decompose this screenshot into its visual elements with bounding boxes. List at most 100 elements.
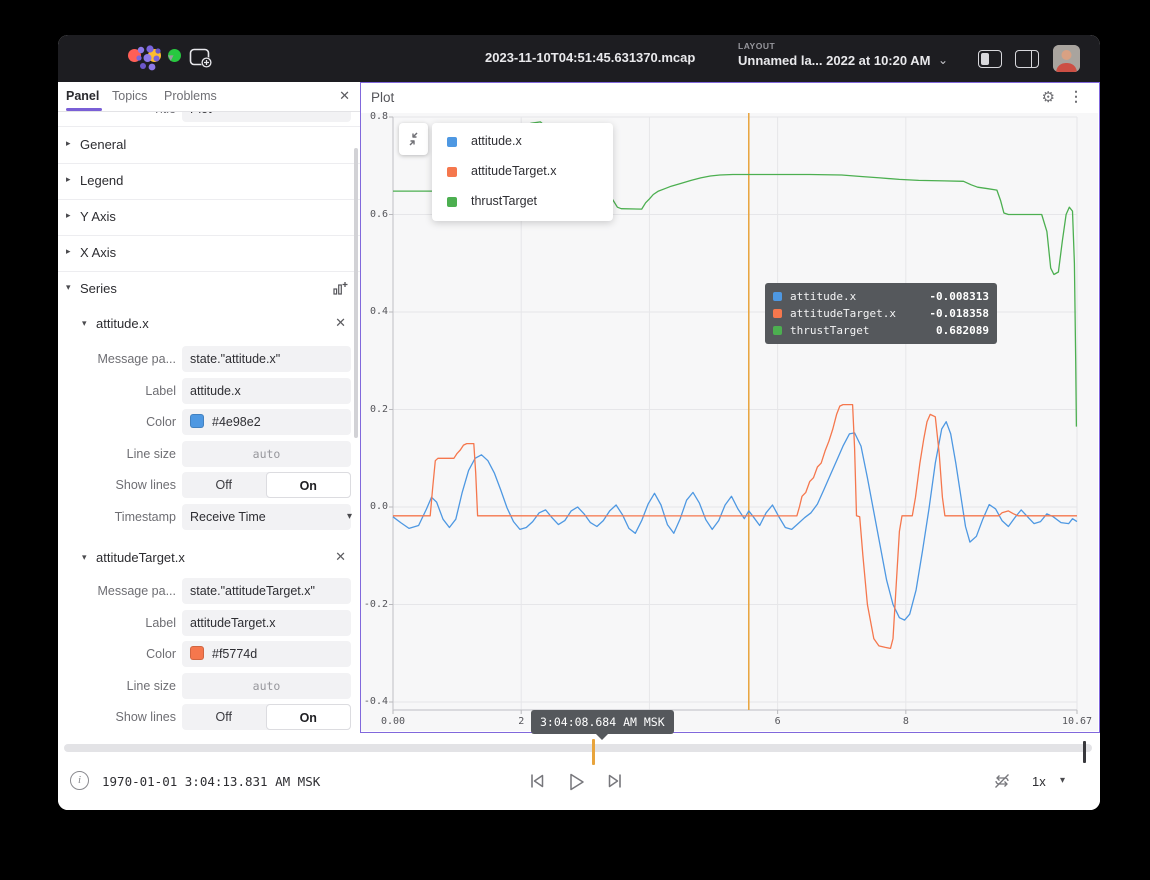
current-position-marker[interactable] [1083,741,1086,763]
field-row-label: Label attitude.x [58,378,360,404]
chevron-right-icon: ▸ [66,210,71,221]
playback-speed[interactable]: 1x [1032,774,1046,789]
tooltip-series-name: attitudeTarget.x [790,305,896,322]
settings-scroll-area[interactable]: Title Plot ▸ General ▸ Legend ▸ Y Axis [58,112,360,733]
panel-title: Plot [371,90,394,105]
user-avatar[interactable] [1053,45,1080,72]
legend-swatch [447,137,457,147]
color-input[interactable]: #4e98e2 [182,409,351,435]
loop-off-button[interactable] [991,770,1013,792]
x-tick-label: 10.67 [1062,716,1092,727]
y-tick-label: 0.2 [361,404,388,415]
field-row-timestamp: Timestamp Receive Time ▾ [58,504,360,530]
collapse-arrows-icon [399,123,428,155]
hover-values-tooltip: attitude.x-0.008313attitudeTarget.x-0.01… [765,283,997,344]
active-tab-indicator [66,108,102,111]
field-row-line-size: Line size auto [58,673,360,699]
section-legend[interactable]: ▸ Legend [58,163,360,200]
legend-collapse-button[interactable] [399,123,428,155]
line-size-input[interactable]: auto [182,673,351,699]
legend-item-thrustTarget[interactable]: thrustTarget [432,187,613,217]
right-sidebar-toggle-icon[interactable] [1015,50,1039,68]
recording-info-icon[interactable]: i [70,771,89,790]
hover-playhead-marker[interactable] [592,739,595,765]
skip-to-start-icon [526,770,548,792]
sidebar-scrollbar[interactable] [354,148,358,438]
section-general[interactable]: ▸ General [58,127,360,164]
series-line-attitudeTarget.x [393,405,1077,649]
select-caret-icon: ▾ [347,504,352,530]
layout-chevron-icon[interactable]: ⌄ [938,53,948,67]
section-y-axis[interactable]: ▸ Y Axis [58,199,360,236]
y-tick-label: 0.8 [361,111,388,122]
tooltip-row: attitude.x-0.008313 [773,288,989,305]
tab-topics[interactable]: Topics [112,89,147,103]
timestamp-select[interactable]: Receive Time [182,504,351,530]
x-tick-label: 0.00 [381,716,405,727]
tooltip-row: attitudeTarget.x-0.018358 [773,305,989,322]
add-series-icon[interactable] [332,280,348,296]
legend-item-attitude.x[interactable]: attitude.x [432,127,613,157]
show-lines-on[interactable]: On [266,704,352,730]
series-header-attitude-x[interactable]: ▾ attitude.x ✕ [58,307,360,341]
sidebar-tabbar: Panel Topics Problems ✕ [58,82,360,112]
layout-menu[interactable]: LAYOUT Unnamed la... 2022 at 10:20 AM [738,41,930,68]
series-header-attitude-target-x[interactable]: ▾ attitudeTarget.x ✕ [58,541,360,575]
tooltip-swatch [773,309,782,318]
plot-legend[interactable]: attitude.x attitudeTarget.x thrustTarget [432,123,613,221]
sidebar-close-icon[interactable]: ✕ [339,88,350,104]
skip-to-end-icon [604,770,626,792]
desktop-background: ▾ 2023-11-10T04:51:45.631370.mcap LAYOUT… [0,0,1150,880]
panel-menu-kebab-icon[interactable]: ⋮ [1069,88,1083,105]
tooltip-series-value: 0.682089 [936,322,989,339]
seek-forward-button[interactable] [604,770,626,792]
field-row-color: Color #f5774d [58,641,360,667]
field-row-color: Color #4e98e2 [58,409,360,435]
legend-item-attitudeTarget.x[interactable]: attitudeTarget.x [432,157,613,187]
show-lines-toggle[interactable]: Off On [182,704,351,730]
recording-title: 2023-11-10T04:51:45.631370.mcap [485,50,695,65]
chevron-down-icon: ▾ [82,552,87,563]
field-row-message-path: Message pa... state."attitudeTarget.x" [58,578,360,604]
chart-area[interactable]: 0.80.60.40.20.0-0.2-0.4 0.00246810.67 at… [361,113,1098,731]
message-path-input[interactable]: state."attitude.x" [182,346,351,372]
play-button[interactable] [564,770,588,794]
panel-settings-gear-icon[interactable]: ⚙ [1042,88,1055,106]
show-lines-on[interactable]: On [266,472,352,498]
chevron-down-icon: ▾ [66,282,71,293]
plot-panel[interactable]: Plot ⚙ ⋮ 0.80.60.40.20.0-0.2-0.4 0.00246… [360,82,1100,733]
show-lines-off[interactable]: Off [182,704,266,730]
play-icon [564,770,588,794]
add-panel-icon[interactable] [189,47,213,69]
plot-panel-header[interactable]: Plot ⚙ ⋮ [361,83,1099,113]
message-path-input[interactable]: state."attitudeTarget.x" [182,578,351,604]
y-tick-label: 0.6 [361,209,388,220]
section-series[interactable]: ▾ Series [58,271,360,307]
label-input[interactable]: attitudeTarget.x [182,610,351,636]
show-lines-toggle[interactable]: Off On [182,472,351,498]
speed-caret-icon[interactable]: ▾ [1060,775,1065,786]
timeline-scrubber[interactable] [64,744,1092,752]
field-row-message-path: Message pa... state."attitude.x" [58,346,360,372]
legend-label: thrustTarget [471,194,537,208]
remove-series-icon[interactable]: ✕ [335,549,346,565]
show-lines-off[interactable]: Off [182,472,266,498]
left-sidebar-toggle-icon[interactable] [978,50,1002,68]
label-input[interactable]: attitude.x [182,378,351,404]
color-input[interactable]: #f5774d [182,641,351,667]
tab-problems[interactable]: Problems [164,89,217,103]
chevron-down-icon: ▾ [82,318,87,329]
line-size-input[interactable]: auto [182,441,351,467]
seek-backward-button[interactable] [526,770,548,792]
foxglove-logo-icon[interactable] [134,45,164,72]
data-source-chevron-icon[interactable]: ▾ [168,51,174,64]
section-x-axis[interactable]: ▸ X Axis [58,235,360,272]
color-swatch[interactable] [190,414,204,428]
field-row-show-lines: Show lines Off On [58,704,360,730]
color-swatch[interactable] [190,646,204,660]
y-tick-label: -0.2 [361,599,388,610]
remove-series-icon[interactable]: ✕ [335,315,346,331]
tab-panel[interactable]: Panel [66,89,99,103]
title-input[interactable]: Plot [182,112,351,122]
legend-label: attitudeTarget.x [471,164,556,178]
